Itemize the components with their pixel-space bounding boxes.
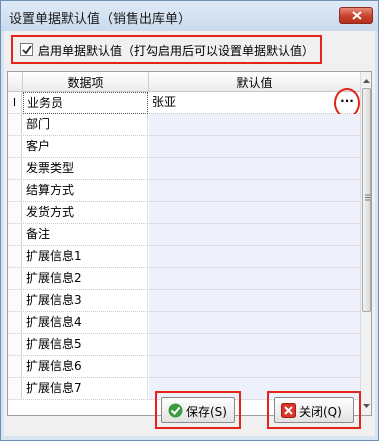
table-row[interactable]: 发货方式 — [8, 202, 360, 224]
value-cell[interactable] — [149, 290, 360, 312]
item-cell[interactable]: 扩展信息2 — [23, 268, 148, 290]
table-row[interactable]: 扩展信息2 — [8, 268, 360, 290]
table-row[interactable]: 发票类型 — [8, 158, 360, 180]
row-indicator[interactable]: I — [8, 92, 22, 114]
row-indicator[interactable] — [8, 224, 22, 246]
enable-default-checkbox[interactable] — [20, 43, 33, 56]
save-button-label: 保存(S) — [186, 405, 227, 419]
item-cell[interactable]: 扩展信息6 — [23, 356, 148, 378]
table-row[interactable]: 扩展信息6 — [8, 356, 360, 378]
row-indicator[interactable] — [8, 158, 22, 180]
checkmark-icon — [22, 45, 32, 55]
item-cell[interactable]: 扩展信息3 — [23, 290, 148, 312]
enable-default-option: 启用单据默认值（打勾启用后可以设置单据默认值） — [11, 35, 322, 64]
row-indicator[interactable] — [8, 268, 22, 290]
value-cell[interactable] — [149, 312, 360, 334]
item-cell[interactable]: 扩展信息7 — [23, 378, 148, 400]
item-cell[interactable]: 发票类型 — [23, 158, 148, 180]
row-indicator[interactable] — [8, 136, 22, 158]
scroll-down-arrow-icon[interactable] — [361, 399, 372, 413]
table-row[interactable]: 扩展信息4 — [8, 312, 360, 334]
close-icon — [352, 11, 362, 20]
value-cell[interactable] — [149, 136, 360, 158]
close-button[interactable]: 关闭(Q) — [274, 397, 354, 423]
row-indicator[interactable] — [8, 378, 22, 400]
vertical-scrollbar[interactable] — [360, 72, 372, 415]
value-cell[interactable] — [149, 224, 360, 246]
close-button-label: 关闭(Q) — [299, 405, 342, 419]
close-x-icon — [281, 403, 296, 418]
value-cell[interactable]: 张亚 — [149, 92, 360, 114]
column-header-item[interactable]: 数据项 — [23, 74, 148, 91]
value-cell[interactable] — [149, 334, 360, 356]
column-header-value[interactable]: 默认值 — [149, 74, 360, 91]
item-cell[interactable]: 扩展信息1 — [23, 246, 148, 268]
ellipsis-button[interactable]: ··· — [338, 95, 356, 111]
grid-header: 数据项 默认值 — [8, 72, 360, 92]
title-bar[interactable]: 设置单据默认值（销售出库单） — [1, 1, 378, 31]
table-row[interactable]: 扩展信息5 — [8, 334, 360, 356]
dialog-body: 启用单据默认值（打勾启用后可以设置单据默认值） 数据项 默认值 I 业务员 张亚 ··… — [4, 31, 375, 436]
grip-icon — [365, 194, 370, 201]
table-row[interactable]: 结算方式 — [8, 180, 360, 202]
value-cell[interactable] — [149, 356, 360, 378]
header-indicator-cell — [8, 72, 23, 91]
table-row[interactable]: 扩展信息1 — [8, 246, 360, 268]
dialog-window: 设置单据默认值（销售出库单） 启用单据默认值（打勾启用后可以设置单据默认值） 数… — [0, 0, 379, 441]
save-button[interactable]: 保存(S) — [161, 397, 235, 423]
item-cell[interactable]: 部门 — [23, 114, 148, 136]
row-indicator[interactable] — [8, 246, 22, 268]
table-row[interactable]: 备注 — [8, 224, 360, 246]
row-indicator[interactable] — [8, 180, 22, 202]
row-indicator[interactable] — [8, 202, 22, 224]
row-indicator[interactable] — [8, 290, 22, 312]
window-close-button[interactable] — [339, 7, 373, 24]
item-cell[interactable]: 扩展信息5 — [23, 334, 148, 356]
item-cell[interactable]: 业务员 — [23, 92, 148, 114]
table-row[interactable]: 部门 — [8, 114, 360, 136]
row-indicator[interactable] — [8, 312, 22, 334]
item-cell[interactable]: 备注 — [23, 224, 148, 246]
value-cell[interactable] — [149, 246, 360, 268]
window-title: 设置单据默认值（销售出库单） — [9, 12, 192, 27]
value-cell[interactable] — [149, 202, 360, 224]
row-indicator[interactable] — [8, 114, 22, 136]
table-row[interactable]: I 业务员 张亚 ··· — [8, 88, 360, 118]
row-indicator[interactable] — [8, 334, 22, 356]
value-cell[interactable] — [149, 180, 360, 202]
scroll-up-arrow-icon[interactable] — [361, 74, 372, 88]
scrollbar-thumb[interactable] — [362, 88, 371, 312]
value-cell[interactable] — [149, 158, 360, 180]
value-cell[interactable] — [149, 114, 360, 136]
enable-default-label[interactable]: 启用单据默认值（打勾启用后可以设置单据默认值） — [38, 42, 314, 59]
table-row[interactable]: 客户 — [8, 136, 360, 158]
defaults-grid: 数据项 默认值 I 业务员 张亚 ··· 部门 客户 发票类型 结算方式 发货方式 备注 扩展信息1… — [7, 71, 372, 416]
item-cell[interactable]: 客户 — [23, 136, 148, 158]
checkmark-circle-icon — [168, 403, 183, 418]
item-cell[interactable]: 发货方式 — [23, 202, 148, 224]
item-cell[interactable]: 结算方式 — [23, 180, 148, 202]
row-indicator[interactable] — [8, 356, 22, 378]
value-cell[interactable] — [149, 268, 360, 290]
table-row[interactable]: 扩展信息3 — [8, 290, 360, 312]
item-cell[interactable]: 扩展信息4 — [23, 312, 148, 334]
